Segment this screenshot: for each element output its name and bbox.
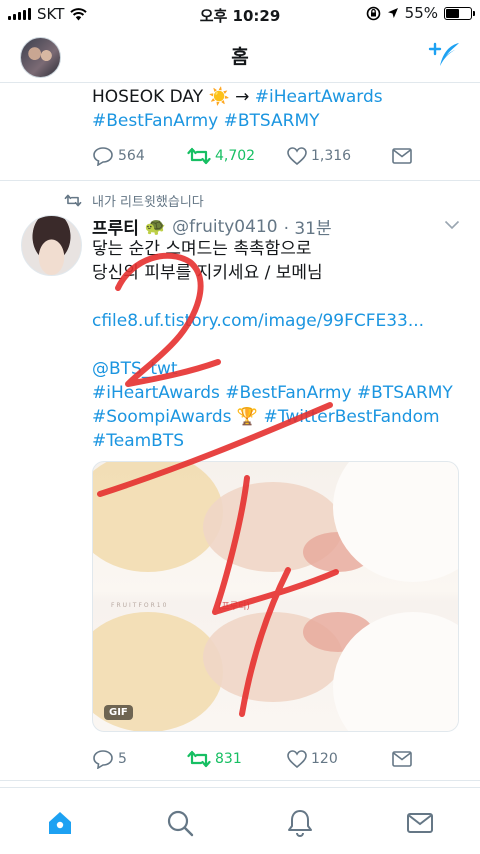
like-button[interactable]: 120 — [287, 750, 392, 768]
hashtag-link[interactable]: #iHeartAwards #BestFanArmy #BTSARMY — [92, 381, 462, 405]
hashtag-link[interactable]: #iHeartAwards — [255, 87, 383, 107]
divider — [0, 180, 480, 181]
mention-link[interactable]: @BTS_twt — [92, 357, 462, 381]
author-name[interactable]: 프루티 — [92, 214, 139, 239]
like-count: 1,316 — [311, 148, 352, 164]
heart-icon — [287, 750, 307, 768]
orientation-lock-icon — [366, 6, 380, 20]
tweet-line: HOSEOK DAY — [92, 87, 209, 107]
media-watermark-korean: (프루티) — [218, 602, 250, 612]
retweeted-icon — [64, 194, 82, 207]
location-icon — [387, 8, 398, 18]
hashtag-link[interactable]: #TwitterBestFandom — [264, 407, 440, 427]
tweet-text: HOSEOK DAY ☀️ → #iHeartAwards #BestFanAr… — [92, 85, 462, 133]
retweet-button[interactable]: 831 — [187, 750, 287, 768]
like-button[interactable]: 1,316 — [287, 147, 392, 165]
bell-icon[interactable] — [285, 808, 315, 838]
divider — [0, 780, 480, 781]
tweet-media-gif[interactable]: FRUITFOR10 (프루티) GIF — [92, 461, 459, 732]
chevron-down-icon[interactable] — [444, 220, 460, 230]
top-header: 홈 — [0, 28, 480, 83]
tweet-line: 닿는 순간 스며드는 촉촉함으로 — [92, 239, 312, 259]
battery-icon — [444, 6, 475, 20]
arrow-text: → — [229, 87, 255, 107]
tweet-actions: 5 831 120 — [92, 747, 422, 771]
turtle-emoji: 🐢 — [144, 216, 167, 237]
reply-icon — [93, 750, 113, 769]
envelope-icon — [392, 751, 412, 767]
trophy-emoji: 🏆 — [236, 407, 259, 427]
media-watermark: FRUITFOR10 — [111, 602, 169, 609]
sun-emoji: ☀️ — [208, 87, 230, 107]
retweet-icon — [187, 147, 211, 165]
hashtag-link[interactable]: #BestFanArmy #BTSARMY — [92, 109, 462, 133]
envelope-icon — [392, 148, 412, 164]
search-icon[interactable] — [165, 808, 195, 838]
page-title: 홈 — [231, 46, 249, 68]
tweet-actions: 564 4,702 1,316 — [92, 144, 422, 168]
tweet-time: · 31분 — [283, 219, 332, 239]
author-handle[interactable]: @fruity0410 — [172, 217, 277, 237]
dm-share-button[interactable] — [392, 751, 412, 767]
url-link[interactable]: cfile8.uf.tistory.com/image/99FCFE33... — [92, 309, 462, 333]
reply-icon — [93, 147, 113, 166]
retweet-icon — [187, 750, 211, 768]
author-avatar[interactable] — [21, 215, 82, 276]
reply-count: 564 — [118, 148, 145, 164]
heart-icon — [287, 147, 307, 165]
compose-tweet-icon[interactable] — [428, 40, 462, 70]
bottom-tab-bar — [0, 787, 480, 854]
tweet-text: 닿는 순간 스며드는 촉촉함으로 당신의 피부를 지키세요 / 보메님 cfil… — [92, 237, 462, 453]
home-icon[interactable] — [45, 808, 75, 838]
tweet-header: 프루티 🐢 @fruity0410 · 31분 — [92, 214, 332, 240]
reply-count: 5 — [118, 751, 127, 767]
like-count: 120 — [311, 751, 338, 767]
reply-button[interactable]: 5 — [92, 749, 187, 769]
retweet-context: 내가 리트윗했습니다 — [92, 195, 204, 210]
dm-share-button[interactable] — [392, 148, 412, 164]
envelope-icon[interactable] — [405, 808, 435, 838]
retweet-count: 4,702 — [215, 148, 256, 164]
reply-button[interactable]: 564 — [92, 146, 187, 166]
tweet-line: 당신의 피부를 지키세요 / 보메님 — [92, 263, 323, 283]
hashtag-link[interactable]: #SoompiAwards — [92, 407, 232, 427]
battery-percent: 55% — [404, 4, 438, 22]
retweet-count: 831 — [215, 751, 242, 767]
retweet-button[interactable]: 4,702 — [187, 147, 287, 165]
gif-badge: GIF — [104, 705, 133, 720]
status-bar: SKT 오후 10:29 55% — [0, 0, 480, 28]
hashtag-link[interactable]: #TeamBTS — [92, 429, 462, 453]
